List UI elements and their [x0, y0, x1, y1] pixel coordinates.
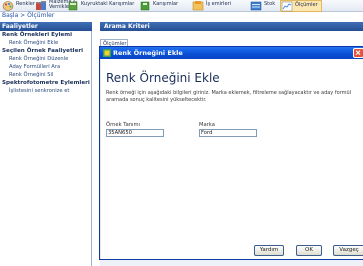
- toolbar-label: Kuyruktaki Karışımlar: [81, 1, 135, 7]
- dialog-heading: Renk Örneğini Ekle: [106, 71, 220, 85]
- main-toolbar: Renkler Malzeme & Vernikler Kuyruktaki K…: [0, 0, 363, 12]
- brand-input[interactable]: [199, 129, 257, 137]
- sample-name-label: Örnek Tanımı: [106, 122, 140, 128]
- toolbar-label: Stok: [264, 1, 276, 7]
- brand-label: Marka: [199, 122, 215, 128]
- mixes-icon: [140, 1, 150, 11]
- action-search-formulas[interactable]: Aday Formülleri Ara: [9, 64, 60, 71]
- toolbar-karisimlar-button[interactable]: Karışımlar: [139, 0, 178, 12]
- toolbar-label: Karışımlar: [153, 1, 179, 7]
- toolbar-label: Renkler: [16, 1, 35, 7]
- action-sync-worklist[interactable]: İşlistesini senkronize et: [9, 88, 69, 95]
- toolbar-renkler-button[interactable]: Renkler: [2, 0, 35, 12]
- toolbar-label: İş emirleri: [206, 1, 231, 7]
- help-button[interactable]: Yardım: [254, 245, 284, 256]
- dialog-body: Renk Örneğini Ekle Renk örneği için aşağ…: [101, 59, 363, 259]
- dialog-description: Renk örneği için aşağıdaki bilgileri gir…: [106, 90, 352, 103]
- add-sample-dialog: Renk Örneğini Ekle Renk Örneğini Ekle Re…: [99, 46, 363, 260]
- breadcrumb[interactable]: Başla > Ölçümler: [2, 12, 54, 20]
- section-title-selected-sample: Seçilen Örnek Faaliyetleri: [2, 48, 84, 54]
- queue-mixes-icon: [68, 1, 78, 11]
- search-criteria-header: Arama Kriteri: [100, 22, 363, 31]
- palette-icon: [2, 1, 14, 11]
- toolbar-kuyruk-button[interactable]: Kuyruktaki Karışımlar: [67, 0, 134, 12]
- toolbar-label: Ölçümler: [295, 2, 318, 8]
- paint-cans-icon: [36, 1, 46, 10]
- action-add-sample[interactable]: Renk Örneğini Ekle: [9, 40, 58, 47]
- activities-panel: Renk Örnekleri Eylemi Renk Örneğini Ekle…: [0, 31, 92, 266]
- cancel-button[interactable]: Vazgeç: [333, 245, 363, 256]
- toolbar-stok-button[interactable]: Stok: [250, 0, 275, 12]
- toolbar-is-emirleri-button[interactable]: İş emirleri: [192, 0, 231, 12]
- stock-icon: [250, 1, 262, 11]
- ok-button[interactable]: OK: [296, 245, 322, 256]
- action-delete-sample[interactable]: Renk Örneğini Sil: [9, 72, 53, 79]
- dialog-titlebar[interactable]: Renk Örneğini Ekle: [100, 47, 363, 59]
- measurements-icon: [281, 1, 293, 12]
- sample-name-input[interactable]: [106, 129, 164, 137]
- dialog-title: Renk Örneğini Ekle: [113, 49, 183, 57]
- app-icon: [103, 49, 111, 57]
- close-button[interactable]: [353, 48, 363, 58]
- action-edit-sample[interactable]: Renk Örneğini Düzenle: [9, 56, 68, 63]
- section-title-sample-actions: Renk Örnekleri Eylemi: [2, 32, 73, 38]
- activities-header: Faaliyetler: [0, 22, 92, 31]
- close-icon: [355, 50, 361, 55]
- section-title-spectro: Spektrofotometre Eylemleri: [2, 80, 90, 86]
- toolbar-olcumler-button[interactable]: Ölçümler: [280, 0, 322, 12]
- work-orders-icon: [192, 1, 204, 11]
